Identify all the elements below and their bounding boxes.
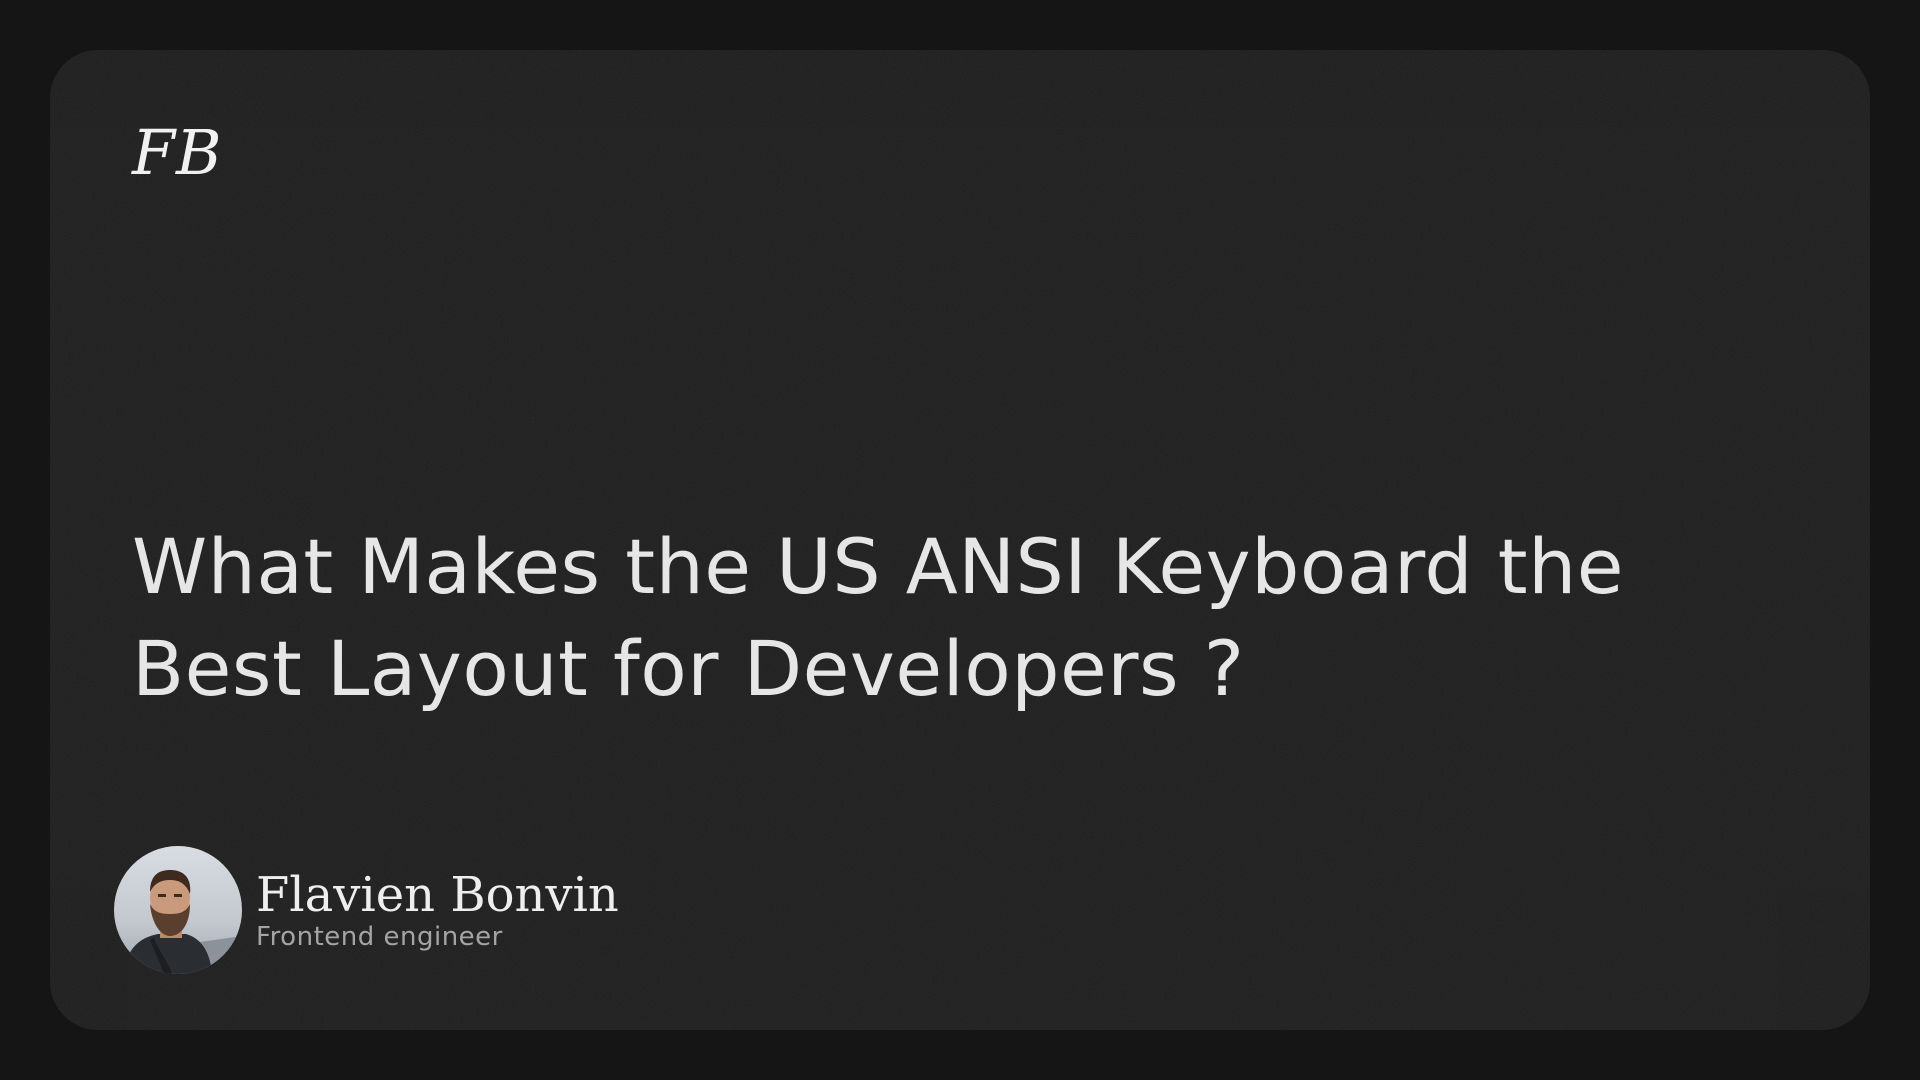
article-title: What Makes the US ANSI Keyboard the Best… <box>132 522 1625 713</box>
author-info: Flavien Bonvin Frontend engineer <box>256 868 619 952</box>
author-name: Flavien Bonvin <box>256 867 619 923</box>
og-card: FB What Makes the US ANSI Keyboard the B… <box>50 50 1870 1030</box>
avatar <box>114 846 242 974</box>
person-avatar-icon <box>114 846 242 974</box>
brand-logo: FB <box>132 116 223 189</box>
author-role: Frontend engineer <box>256 922 503 952</box>
page-background: FB What Makes the US ANSI Keyboard the B… <box>0 0 1920 1080</box>
author-block: Flavien Bonvin Frontend engineer <box>114 846 619 974</box>
